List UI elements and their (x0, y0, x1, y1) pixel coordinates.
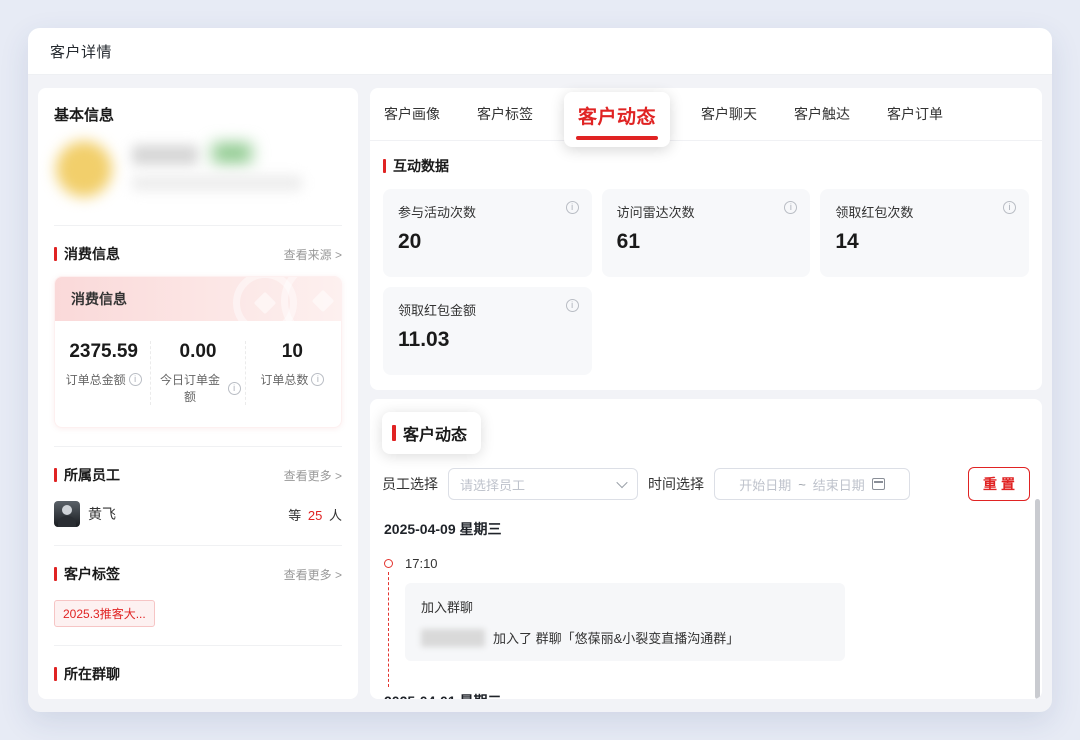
stat-card-radar-visits: 访问雷达次数 i 61 (602, 189, 811, 277)
date-range-picker[interactable]: 开始日期 ~ 结束日期 (714, 468, 910, 500)
timeline-marker-icon (384, 559, 393, 568)
coin-decoration-icon (281, 277, 341, 321)
staff-avatar (54, 501, 80, 527)
tab-customer-chat[interactable]: 客户聊天 (701, 104, 757, 124)
divider (54, 645, 342, 646)
timeline-event-title: 加入群聊 (421, 597, 829, 616)
timeline-event-desc: 加入了 群聊「悠葆丽&小裂变直播沟通群」 (421, 628, 829, 647)
interaction-section-title: 互动数据 (383, 156, 1029, 176)
tab-customer-orders[interactable]: 客户订单 (887, 104, 943, 124)
timeline-event-card: 加入群聊 加入了 群聊「悠葆丽&小裂变直播沟通群」 (405, 583, 845, 661)
red-bar (54, 468, 57, 482)
stat-today-order-amount: 0.00 今日订单金额 i (150, 341, 244, 405)
customer-profile-blurred (54, 133, 342, 207)
chevron-down-icon (616, 477, 627, 488)
dynamics-filter-row: 员工选择 请选择员工 时间选择 开始日期 ~ 结束日期 重置 (382, 467, 1030, 501)
dynamics-card: 客户动态 员工选择 请选择员工 时间选择 开始日期 ~ 结束日期 (370, 399, 1042, 699)
stat-card-redpacket-amount: 领取红包金额 i 11.03 (383, 287, 592, 375)
interaction-card: 客户画像 客户标签 客户动态 客户聊天 客户触达 客户订单 互动数据 (370, 88, 1042, 390)
customer-avatar-blurred (56, 141, 112, 197)
tab-customer-reach[interactable]: 客户触达 (794, 104, 850, 124)
tab-bar: 客户画像 客户标签 客户动态 客户聊天 客户触达 客户订单 (370, 88, 1042, 141)
timeline-group: 2025-04-09 星期三 17:10 加入群聊 加入了 群聊「悠葆丽&小裂变… (384, 519, 1030, 661)
info-icon[interactable]: i (784, 201, 797, 214)
content-area: 基本信息 消费信息 查看来源 > 消费信息 (28, 75, 1052, 712)
customer-tag: 2025.3推客大... (54, 600, 155, 627)
stat-order-total-amount: 2375.59 订单总金额 i (57, 341, 150, 405)
staff-name: 黄飞 (88, 504, 116, 524)
staff-count: 等 25 人 (288, 505, 342, 524)
tab-customer-tags[interactable]: 客户标签 (477, 104, 533, 124)
staff-select[interactable]: 请选择员工 (448, 468, 638, 500)
info-icon[interactable]: i (129, 373, 142, 386)
divider (54, 225, 342, 226)
customer-subinfo-blurred (132, 175, 302, 191)
tags-more-link[interactable]: 查看更多 > (284, 566, 342, 583)
active-tab-underline (576, 136, 658, 140)
consume-section-title: 消费信息 (54, 244, 120, 264)
page-title: 客户详情 (50, 41, 112, 62)
interaction-section: 互动数据 参与活动次数 i 20 访问雷达次数 i 61 (370, 141, 1042, 390)
dynamics-timeline: 2025-04-09 星期三 17:10 加入群聊 加入了 群聊「悠葆丽&小裂变… (382, 519, 1030, 699)
consume-card: 消费信息 2375.59 订单总金额 i 0.00 (54, 276, 342, 428)
consume-stats: 2375.59 订单总金额 i 0.00 今日订单金额 i (55, 321, 341, 427)
basic-info-title: 基本信息 (54, 104, 342, 125)
member-name-blurred (421, 629, 485, 647)
view-source-link[interactable]: 查看来源 > (284, 246, 342, 263)
time-filter-label: 时间选择 (648, 474, 704, 494)
staff-select-placeholder: 请选择员工 (460, 475, 525, 494)
staff-row: 黄飞 等 25 人 (54, 501, 342, 527)
stat-order-count: 10 订单总数 i (245, 341, 339, 405)
info-icon[interactable]: i (311, 373, 324, 386)
staff-section-header: 所属员工 查看更多 > (54, 465, 342, 485)
consume-section-header: 消费信息 查看来源 > (54, 244, 342, 264)
tags-section-header: 客户标签 查看更多 > (54, 564, 342, 584)
tab-customer-portrait[interactable]: 客户画像 (384, 104, 440, 124)
timeline-date: 2025-04-01 星期二 (384, 691, 1030, 699)
divider (54, 545, 342, 546)
stat-card-redpacket-count: 领取红包次数 i 14 (820, 189, 1029, 277)
red-bar (54, 247, 57, 261)
groups-section-title: 所在群聊 (54, 664, 120, 684)
dynamics-section-title: 客户动态 (403, 421, 467, 445)
staff-filter-label: 员工选择 (382, 474, 438, 494)
date-start-placeholder: 开始日期 (739, 475, 791, 494)
timeline-date: 2025-04-09 星期三 (384, 519, 1030, 539)
window-header: 客户详情 (28, 28, 1052, 75)
red-bar (383, 159, 386, 173)
calendar-icon (872, 478, 885, 490)
red-bar (54, 667, 57, 681)
wechat-badge-blurred (212, 143, 252, 163)
basic-info-panel: 基本信息 消费信息 查看来源 > 消费信息 (38, 88, 358, 699)
timeline-item: 17:10 加入群聊 加入了 群聊「悠葆丽&小裂变直播沟通群」 (384, 556, 1030, 661)
tab-customer-dynamics-active[interactable]: 客户动态 (564, 92, 670, 147)
consume-card-header: 消费信息 (55, 277, 341, 321)
date-separator: ~ (798, 477, 806, 492)
timeline-time: 17:10 (405, 556, 1030, 571)
stat-card-activity-count: 参与活动次数 i 20 (383, 189, 592, 277)
info-icon[interactable]: i (566, 201, 579, 214)
red-bar (392, 425, 396, 441)
info-icon[interactable]: i (566, 299, 579, 312)
info-icon[interactable]: i (228, 382, 241, 395)
reset-button[interactable]: 重置 (968, 467, 1030, 501)
staff-more-link[interactable]: 查看更多 > (284, 467, 342, 484)
consume-card-title: 消费信息 (71, 289, 127, 309)
right-column: 客户画像 客户标签 客户动态 客户聊天 客户触达 客户订单 互动数据 (370, 88, 1042, 699)
timeline-scrollbar[interactable] (1035, 499, 1040, 699)
customer-detail-window: 客户详情 基本信息 消费信息 查看来源 > 消费信息 (28, 28, 1052, 712)
tags-section-title: 客户标签 (54, 564, 120, 584)
red-bar (54, 567, 57, 581)
divider (54, 446, 342, 447)
dynamics-section-callout: 客户动态 (382, 412, 481, 454)
info-icon[interactable]: i (1003, 201, 1016, 214)
interaction-stat-grid: 参与活动次数 i 20 访问雷达次数 i 61 领取红包次数 i 14 (383, 189, 1029, 375)
groups-section-header: 所在群聊 (54, 664, 342, 684)
staff-section-title: 所属员工 (54, 465, 120, 485)
date-end-placeholder: 结束日期 (813, 475, 865, 494)
staff-count-number: 25 (308, 508, 322, 523)
customer-name-blurred (132, 145, 198, 165)
timeline-group: 2025-04-01 星期二 10:21 (384, 691, 1030, 699)
